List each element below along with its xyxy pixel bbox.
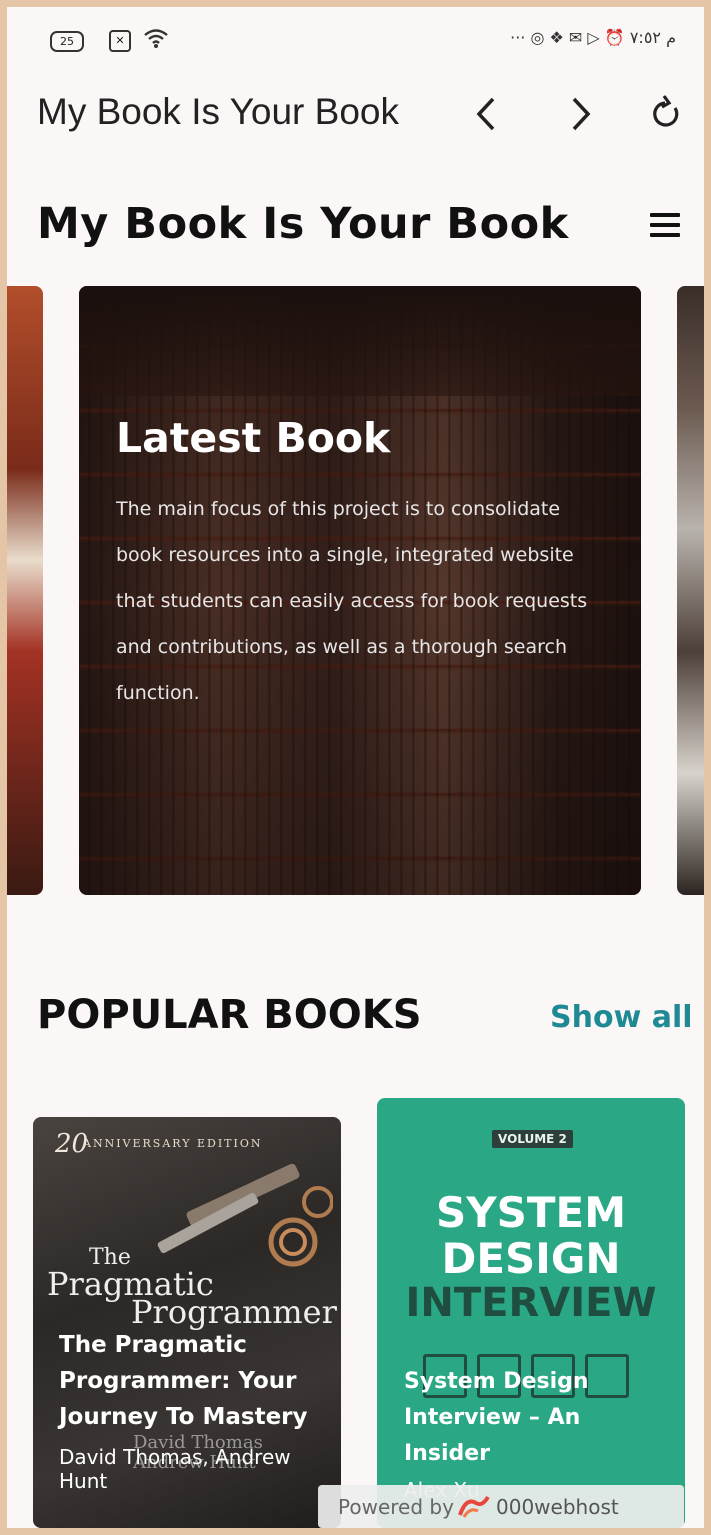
cover-title-line1: SYSTEM bbox=[435, 1188, 627, 1237]
status-icons-and-time: ··· ◎ ❖ ✉ ▷ ⏰ م ٧:٥٢ bbox=[510, 28, 676, 47]
webhost-logo-icon bbox=[458, 1495, 490, 1518]
forward-button[interactable] bbox=[560, 91, 600, 137]
powered-by-label: Powered by bbox=[338, 1495, 454, 1519]
powered-by-banner[interactable]: Powered by 000webhost bbox=[318, 1485, 684, 1528]
menu-bar-icon bbox=[650, 233, 680, 237]
hamburger-menu-button[interactable] bbox=[650, 213, 680, 243]
book-card-pragmatic-programmer[interactable]: 20 ANNIVERSARY EDITION The Pragmatic Pro… bbox=[33, 1117, 341, 1528]
bookshelf-image bbox=[79, 286, 641, 396]
cover-title-line2: Programmer bbox=[131, 1293, 337, 1331]
back-button[interactable] bbox=[467, 91, 507, 137]
book-author: David Thomas, Andrew Hunt bbox=[59, 1445, 291, 1493]
webhost-brand: 000webhost bbox=[496, 1495, 619, 1519]
menu-bar-icon bbox=[650, 213, 680, 217]
woodworking-tools-image bbox=[157, 1163, 333, 1267]
status-bar: 25 ✕ ··· ◎ ❖ ✉ ▷ ⏰ م ٧:٥٢ bbox=[7, 7, 704, 69]
battery-indicator: 25 bbox=[50, 31, 84, 52]
carousel-next-slide[interactable] bbox=[677, 286, 704, 895]
reload-icon bbox=[653, 95, 679, 127]
chevron-right-icon bbox=[572, 97, 591, 131]
book-title: System Design Interview – An Insider bbox=[404, 1369, 589, 1466]
phone-screen: 25 ✕ ··· ◎ ❖ ✉ ▷ ⏰ م ٧:٥٢ My Book Is You… bbox=[7, 7, 704, 1528]
cover-edition-label: ANNIVERSARY EDITION bbox=[83, 1137, 263, 1150]
wifi-icon bbox=[143, 27, 169, 53]
cover-title-line2: DESIGN bbox=[441, 1234, 621, 1283]
chevron-left-icon bbox=[476, 97, 495, 131]
menu-bar-icon bbox=[650, 223, 680, 227]
hero-description: The main focus of this project is to con… bbox=[116, 498, 588, 704]
book-card-system-design-interview[interactable]: VOLUME 2 SYSTEM DESIGN INTERVIEW System … bbox=[377, 1098, 685, 1528]
site-title: My Book Is Your Book bbox=[37, 199, 569, 249]
cover-title-line3: INTERVIEW bbox=[405, 1280, 657, 1326]
carousel-previous-slide[interactable] bbox=[7, 286, 43, 895]
browser-page-title: My Book Is Your Book bbox=[37, 91, 399, 132]
reload-button[interactable] bbox=[647, 91, 687, 137]
hero-title: Latest Book bbox=[116, 414, 391, 462]
no-sim-icon: ✕ bbox=[109, 30, 131, 52]
popular-books-heading: POPULAR BOOKS bbox=[37, 992, 422, 1038]
book-title: The Pragmatic Programmer: Your Journey T… bbox=[59, 1332, 308, 1430]
show-all-link[interactable]: Show all bbox=[550, 1000, 693, 1035]
cover-volume-label: VOLUME 2 bbox=[492, 1130, 573, 1148]
hero-slide-latest-book[interactable]: Latest Book The main focus of this proje… bbox=[79, 286, 641, 895]
